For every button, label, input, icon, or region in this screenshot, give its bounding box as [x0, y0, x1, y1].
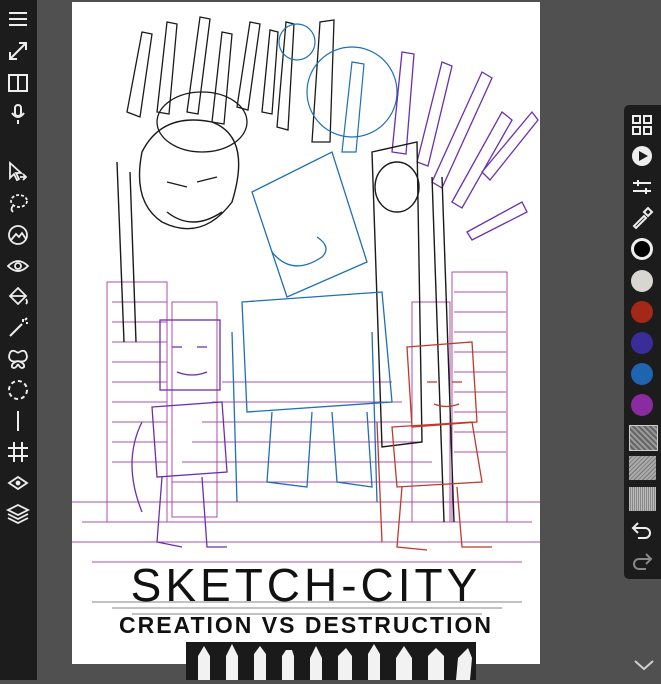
left-toolbar: [0, 0, 37, 680]
undo-icon[interactable]: [629, 518, 655, 544]
brush-nib: [396, 646, 412, 680]
color-swatch-light-gray[interactable]: [631, 270, 653, 292]
artwork-title-line: SKETCH-CITY: [130, 559, 482, 611]
brush-pen-3: [368, 644, 380, 680]
texture-medium[interactable]: [629, 456, 656, 480]
brush-tray: [186, 642, 476, 680]
line-guide-icon[interactable]: [5, 408, 31, 434]
sliders-icon[interactable]: [629, 174, 655, 200]
brush-marker-2: [282, 650, 294, 680]
grid-view-icon[interactable]: [629, 112, 655, 138]
eyedropper-icon[interactable]: [629, 205, 655, 231]
magic-wand-icon[interactable]: [5, 315, 31, 341]
menu-icon[interactable]: [5, 6, 31, 32]
brush-marker-1: [254, 646, 266, 680]
select-transform-icon[interactable]: [5, 159, 31, 185]
redo-icon[interactable]: [629, 549, 655, 575]
brush-pencil-2: [226, 644, 238, 680]
journal-icon[interactable]: [5, 70, 31, 96]
texture-coarse[interactable]: [629, 425, 658, 451]
texture-fine[interactable]: [629, 487, 656, 511]
grid-icon[interactable]: [5, 439, 31, 465]
brush-pen-2: [338, 648, 352, 680]
fill-bucket-icon[interactable]: [5, 284, 31, 310]
artwork-subtitle-line: CREATION VS DESTRUCTION: [119, 612, 493, 638]
collapse-chevron-icon[interactable]: [632, 655, 656, 675]
perspective-icon[interactable]: [5, 470, 31, 496]
brush-airbrush: [428, 648, 444, 680]
image-import-icon[interactable]: [5, 222, 31, 248]
fullscreen-icon[interactable]: [5, 38, 31, 64]
color-swatch-blue[interactable]: [631, 363, 653, 385]
play-icon[interactable]: [629, 143, 655, 169]
microphone-icon[interactable]: [5, 101, 31, 127]
eye-icon[interactable]: [5, 253, 31, 279]
layers-icon[interactable]: [5, 501, 31, 527]
symmetry-butterfly-icon[interactable]: [5, 346, 31, 372]
brush-pen-1: [310, 646, 322, 680]
right-toolbar: [624, 105, 661, 579]
active-color-icon[interactable]: [629, 236, 655, 262]
ellipse-guide-icon[interactable]: [5, 377, 31, 403]
color-swatch-indigo[interactable]: [631, 332, 653, 354]
brush-pencil-1: [198, 646, 210, 680]
color-swatch-purple[interactable]: [631, 394, 653, 416]
lasso-icon[interactable]: [5, 190, 31, 216]
drawing-canvas[interactable]: SKETCH-CITY CREATION VS DESTRUCTION: [72, 2, 540, 664]
color-swatch-red[interactable]: [631, 301, 653, 323]
brush-eraser: [456, 648, 472, 680]
artwork-title: SKETCH-CITY CREATION VS DESTRUCTION: [72, 560, 540, 640]
